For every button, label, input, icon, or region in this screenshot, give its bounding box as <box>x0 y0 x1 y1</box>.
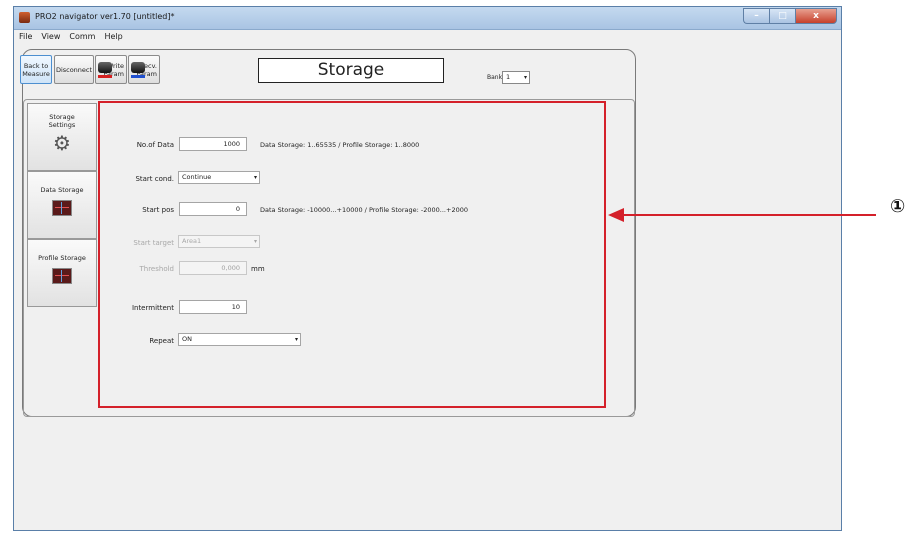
callout-number: ① <box>890 196 906 217</box>
callout-arrow <box>608 208 876 222</box>
